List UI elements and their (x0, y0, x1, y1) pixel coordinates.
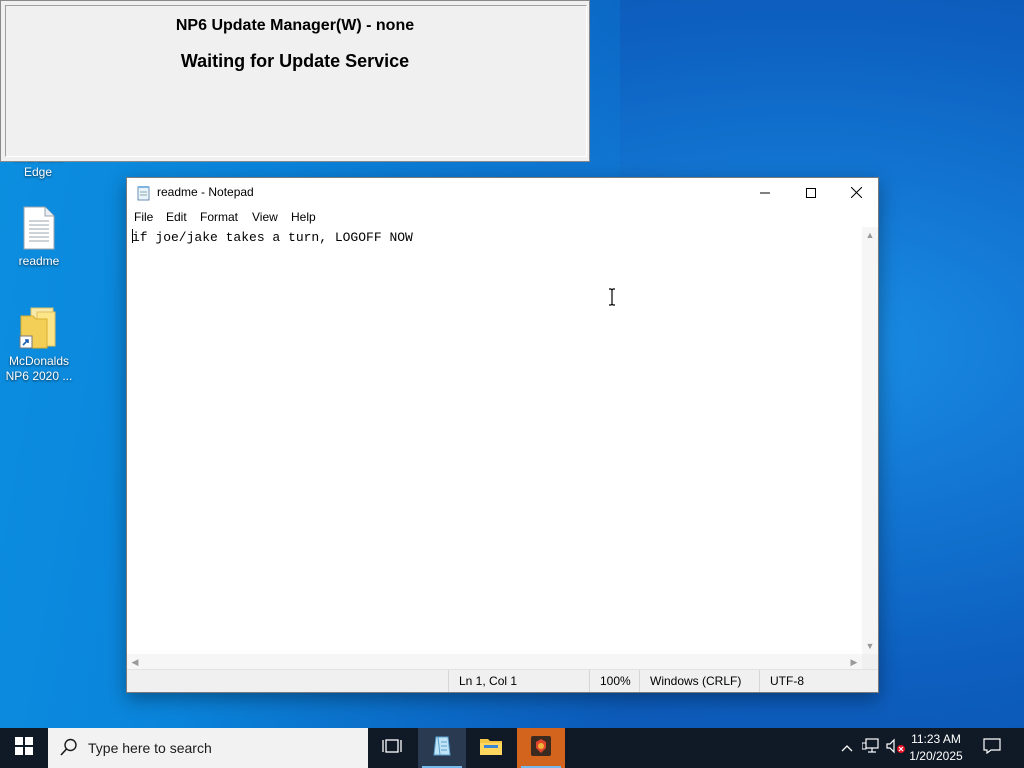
horizontal-scrollbar[interactable]: ◀ ▶ (127, 654, 862, 670)
minimize-icon (760, 185, 770, 201)
show-hidden-icons-button[interactable] (836, 728, 858, 768)
chevron-up-icon (841, 739, 853, 757)
notepad-menubar: File Edit Format View Help (127, 208, 878, 227)
status-encoding: UTF-8 (759, 670, 878, 692)
status-position: Ln 1, Col 1 (448, 670, 589, 692)
search-icon (60, 738, 78, 761)
maximize-button[interactable] (788, 178, 834, 208)
text-file-icon (21, 206, 57, 250)
taskbar-file-explorer-button[interactable] (467, 728, 515, 768)
menu-format[interactable]: Format (200, 210, 238, 224)
taskbar-notepad-button[interactable] (418, 728, 466, 768)
notepad-statusbar: Ln 1, Col 1 100% Windows (CRLF) UTF-8 (127, 669, 878, 692)
scroll-left-icon[interactable]: ◀ (127, 654, 143, 670)
readme-label: readme (18, 254, 60, 268)
taskbar-app-button[interactable] (517, 728, 565, 768)
task-view-button[interactable] (368, 728, 416, 768)
action-center-button[interactable] (972, 728, 1012, 768)
close-button[interactable] (833, 178, 879, 208)
minimize-button[interactable] (742, 178, 788, 208)
desktop-icon-readme[interactable]: readme (3, 206, 75, 269)
notepad-title: readme - Notepad (157, 185, 254, 199)
edge-label-line2: Edge (23, 165, 53, 179)
vertical-scrollbar[interactable]: ▲ ▼ (862, 227, 878, 654)
notification-icon (983, 737, 1001, 759)
notepad-app-icon (137, 185, 151, 201)
task-view-icon (382, 737, 402, 760)
menu-view[interactable]: View (252, 210, 278, 224)
scroll-corner (862, 654, 878, 670)
maximize-icon (806, 185, 816, 201)
volume-muted-icon (886, 738, 906, 759)
taskbar: Type here to search 11:23 AM 1/20/2025 (0, 728, 1024, 768)
start-button[interactable] (0, 728, 48, 768)
menu-help[interactable]: Help (291, 210, 316, 224)
scroll-up-icon[interactable]: ▲ (862, 227, 878, 243)
scroll-right-icon[interactable]: ▶ (846, 654, 862, 670)
notepad-titlebar[interactable]: readme - Notepad (127, 178, 878, 208)
windows-logo-icon (15, 736, 33, 760)
app-icon (529, 734, 553, 763)
network-tray-button[interactable] (860, 728, 882, 768)
update-manager-window: NP6 Update Manager(W) - none Waiting for… (0, 0, 590, 162)
notepad-taskbar-icon (430, 734, 454, 763)
clock-date: 1/20/2025 (909, 749, 963, 763)
mcdonalds-label-line1: McDonalds (8, 354, 70, 368)
volume-tray-button[interactable] (884, 728, 908, 768)
scroll-down-icon[interactable]: ▼ (862, 638, 878, 654)
network-icon (861, 737, 880, 759)
mcdonalds-label-line2: NP6 2020 ... (5, 369, 73, 383)
close-icon (850, 185, 862, 201)
folder-shortcut-icon (17, 306, 61, 350)
update-manager-status: Waiting for Update Service (180, 51, 410, 71)
menu-edit[interactable]: Edit (166, 210, 187, 224)
taskbar-search-box[interactable]: Type here to search (48, 728, 368, 768)
clock-time: 11:23 AM (911, 732, 961, 746)
notepad-window: readme - Notepad File Edit Format View H… (126, 177, 879, 693)
search-placeholder: Type here to search (88, 740, 212, 756)
status-zoom: 100% (589, 670, 639, 692)
desktop-icon-mcdonalds-shortcut[interactable]: McDonalds NP6 2020 ... (3, 306, 75, 384)
update-manager-title: NP6 Update Manager(W) - none (175, 17, 415, 34)
menu-file[interactable]: File (134, 210, 153, 224)
notepad-text-area[interactable]: if joe/jake takes a turn, LOGOFF NOW (127, 227, 862, 654)
taskbar-clock[interactable]: 11:23 AM 1/20/2025 (906, 731, 966, 765)
status-line-ending: Windows (CRLF) (639, 670, 759, 692)
ibeam-cursor-icon (606, 288, 618, 306)
folder-icon (479, 736, 503, 761)
notepad-content: if joe/jake takes a turn, LOGOFF NOW (132, 230, 413, 245)
